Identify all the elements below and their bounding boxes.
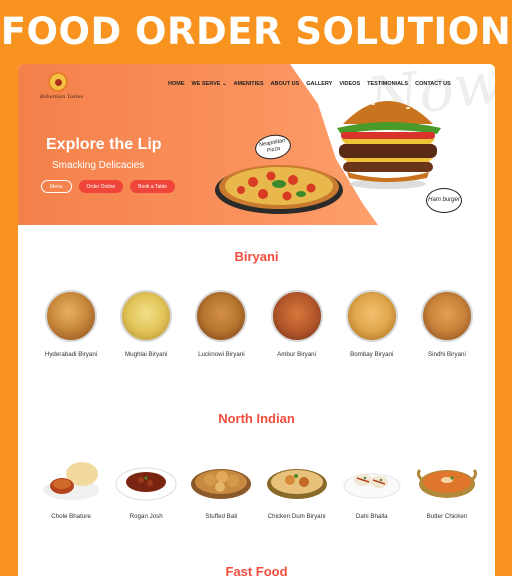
food-card[interactable]: Chicken Dum Biryani: [266, 452, 328, 520]
food-card[interactable]: Sindhi Biryani: [416, 290, 478, 358]
food-label: Chicken Dum Biryani: [267, 513, 326, 520]
food-label: Lucknowi Biryani: [198, 351, 245, 358]
food-label: Rogan Josh: [129, 513, 163, 520]
food-label: Bombay Biryani: [350, 351, 394, 358]
food-card[interactable]: Rogan Josh: [115, 452, 177, 520]
food-label: Hyderabadi Biryani: [44, 351, 98, 358]
mughlai-biryani-image: [120, 290, 173, 342]
order-online-button[interactable]: Order Online: [78, 180, 124, 193]
section-title-north-indian: North Indian: [218, 411, 295, 426]
nav-item-amenities[interactable]: AMENITIES: [234, 81, 264, 87]
nav-item-we-serve[interactable]: WE SERVE ⌄: [192, 81, 227, 87]
section-title-fast-food: Fast Food: [225, 564, 288, 576]
rogan-josh-image: [115, 467, 177, 501]
bombay-biryani-image: [345, 290, 398, 342]
food-card[interactable]: Mughlai Biryani: [115, 290, 177, 358]
food-label: Sindhi Biryani: [428, 351, 466, 358]
nav-item-home[interactable]: HOME: [168, 81, 185, 87]
food-card[interactable]: Hyderabadi Biryani: [40, 290, 102, 358]
hero-title: Explore the Lip: [46, 136, 162, 153]
sindhi-biryani-image: [420, 290, 473, 342]
section-title-biryani: Biryani: [234, 249, 279, 264]
promo-banner-title: FOOD ORDER SOLUTION: [0, 10, 512, 53]
north-indian-row: Chole Bhature Rogan Josh Stuffed Bati Ch…: [18, 452, 495, 520]
food-label: Ambur Biryani: [277, 351, 316, 358]
stuffed-bati-image: [191, 469, 252, 499]
hero-section: Now Good Bohemian Tastes HOME WE SERVE ⌄…: [18, 64, 495, 225]
food-card[interactable]: Stuffed Bati: [190, 452, 252, 520]
food-card[interactable]: Ambur Biryani: [266, 290, 328, 358]
burger-image: [337, 99, 441, 189]
lucknowi-biryani-image: [195, 290, 248, 342]
chole-bhature-image: [43, 462, 99, 500]
food-card[interactable]: Lucknowi Biryani: [190, 290, 252, 358]
menu-button[interactable]: Menu: [41, 180, 72, 193]
food-label: Chole Bhature: [51, 513, 91, 520]
food-label: Stuffed Bati: [205, 513, 238, 520]
food-label: Mughlai Biryani: [125, 351, 168, 358]
logo-text: Bohemian Tastes: [40, 94, 84, 100]
site-logo[interactable]: Bohemian Tastes: [40, 72, 84, 100]
ambur-biryani-image: [270, 290, 323, 342]
food-card[interactable]: Chole Bhature: [40, 452, 102, 520]
logo-icon: [48, 72, 68, 92]
dahi-bhalla-image: [343, 473, 401, 499]
hyderabadi-biryani-image: [45, 290, 97, 342]
food-card[interactable]: Dahi Bhalla: [341, 452, 403, 520]
book-table-button[interactable]: Book a Table: [130, 180, 175, 193]
hero-subtitle: Smacking Delicacies: [52, 160, 145, 171]
chicken-dum-biryani-image: [266, 469, 327, 499]
biryani-row: Hyderabadi Biryani Mughlai Biryani Luckn…: [18, 290, 495, 358]
food-label: Butter Chicken: [426, 513, 468, 520]
food-label: Dahi Bhalla: [355, 513, 388, 520]
nav-item-about-us[interactable]: ABOUT US: [271, 81, 300, 87]
hero-button-group: Menu Order Online Book a Table: [41, 180, 175, 193]
website-preview-card: Now Good Bohemian Tastes HOME WE SERVE ⌄…: [18, 64, 495, 576]
food-card[interactable]: Bombay Biryani: [341, 290, 403, 358]
butter-chicken-image: [416, 468, 478, 498]
burger-callout-bubble: Ham burger: [426, 188, 462, 213]
food-card[interactable]: Butter Chicken: [416, 452, 478, 520]
